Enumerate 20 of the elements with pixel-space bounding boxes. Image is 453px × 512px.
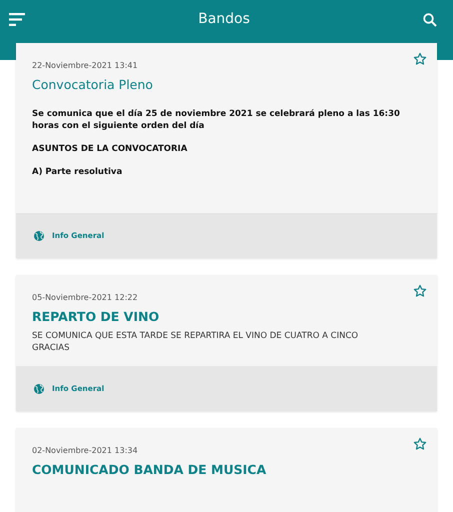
notice-text: SE COMUNICA QUE ESTA TARDE SE REPARTIRA EL VINO DE CUATRO A CINCO GRACIAS	[32, 331, 360, 354]
notice-date: 05-Noviembre-2021 12:22	[32, 293, 138, 302]
notice-title: COMUNICADO BANDA DE MUSICA	[32, 462, 268, 477]
app-title: Bandos	[198, 11, 250, 27]
search-icon[interactable]	[423, 13, 437, 27]
notice-date: 02-Noviembre-2021 13:34	[32, 446, 138, 455]
notice-card[interactable]: 02-Noviembre-2021 13:34 COMUNICADO BANDA DE MUSICA	[16, 428, 437, 512]
notice-date: 22-Noviembre-2021 13:41	[32, 61, 138, 70]
star-icon[interactable]	[413, 52, 427, 66]
globe-icon	[33, 382, 45, 394]
notice-title: Convocatoria Pleno	[32, 77, 154, 92]
notice-text: Se comunica que el día 25 de noviembre 2021 se celebrará pleno a las 16:30 horas con el siguiente orden del día	[32, 108, 401, 132]
star-icon[interactable]	[413, 284, 427, 298]
notice-card[interactable]	[16, 43, 437, 258]
globe-icon	[33, 230, 45, 242]
menu-icon[interactable]	[9, 13, 25, 26]
notice-title: REPARTO DE VINO	[32, 309, 160, 324]
star-icon[interactable]	[413, 437, 427, 451]
notice-text: A) Parte resolutiva	[32, 166, 124, 178]
notice-text: ASUNTOS DE LA CONVOCATORIA	[32, 143, 188, 155]
